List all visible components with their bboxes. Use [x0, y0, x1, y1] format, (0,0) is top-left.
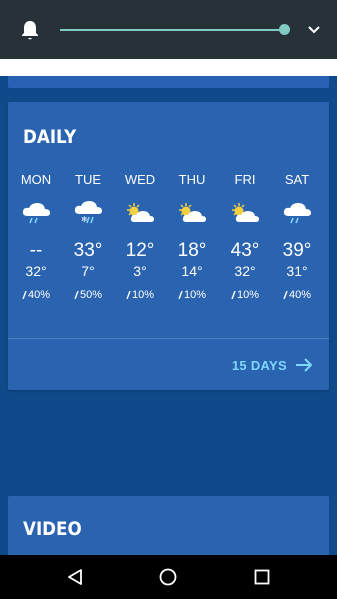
precip-chance: 50% — [62, 288, 114, 302]
day-name: SAT — [284, 172, 310, 187]
low-temp: 32° — [234, 263, 256, 279]
low-temp: 31° — [286, 263, 308, 279]
day-name: THU — [178, 172, 206, 187]
day-name: MON — [20, 172, 52, 187]
precip-chance: 40% — [10, 288, 62, 302]
precip-value: 50% — [79, 289, 103, 301]
high-temp: 39° — [282, 240, 312, 261]
back-icon[interactable] — [66, 568, 84, 586]
day-name: WED — [124, 172, 156, 187]
precip-value: 40% — [27, 289, 51, 301]
app-header-strip — [0, 59, 337, 76]
high-temp: 43° — [230, 240, 260, 261]
day-name: FRI — [234, 172, 256, 187]
high-temp: 12° — [125, 240, 155, 261]
day-column-sat[interactable]: SAT 39° 31° 40% — [271, 172, 323, 302]
brightness-slider-track[interactable] — [60, 29, 285, 31]
day-column-fri[interactable]: FRI 43° 32° 10% — [219, 172, 271, 302]
video-title: VIDEO — [23, 518, 82, 540]
notification-shade — [0, 0, 337, 59]
low-temp: 14° — [181, 263, 203, 279]
fifteen-days-link[interactable]: 15 DAYS — [232, 356, 313, 374]
day-column-tue[interactable]: TUE ❄ 33° 7° 50% — [62, 172, 114, 302]
cloud-snow-rain-icon: ❄ — [72, 200, 104, 226]
high-temp: 18° — [177, 240, 207, 261]
day-column-mon[interactable]: MON -- 32° 40% — [10, 172, 62, 302]
low-temp: 32° — [25, 263, 47, 279]
raindrop-icon — [178, 291, 183, 299]
partly-sunny-icon — [229, 200, 261, 226]
brightness-slider-thumb[interactable] — [279, 24, 290, 35]
raindrop-icon — [231, 291, 236, 299]
card-divider — [8, 338, 329, 339]
precip-chance: 10% — [114, 288, 166, 302]
partly-sunny-icon — [124, 200, 156, 226]
recents-icon[interactable] — [253, 568, 271, 586]
chevron-down-icon[interactable] — [307, 24, 321, 36]
bell-icon[interactable] — [20, 19, 40, 41]
daily-title: DAILY — [23, 126, 77, 148]
high-temp: 33° — [73, 240, 103, 261]
home-icon[interactable] — [159, 568, 177, 586]
day-column-thu[interactable]: THU 18° 14° 10% — [166, 172, 218, 302]
system-navigation-bar — [0, 555, 337, 599]
precip-chance: 10% — [219, 288, 271, 302]
low-temp: 3° — [133, 263, 147, 279]
day-column-wed[interactable]: WED 12° 3° 10% — [114, 172, 166, 302]
precip-value: 10% — [131, 289, 155, 301]
precip-chance: 10% — [166, 288, 218, 302]
high-temp: -- — [29, 240, 43, 261]
cloud-rain-icon — [20, 200, 52, 226]
raindrop-icon — [74, 291, 79, 299]
precip-chance: 40% — [271, 288, 323, 302]
previous-card-bottom — [8, 76, 329, 88]
fifteen-days-label: 15 DAYS — [231, 357, 287, 373]
precip-value: 40% — [288, 289, 312, 301]
cloud-rain-icon — [281, 200, 313, 226]
video-card[interactable]: VIDEO — [8, 496, 329, 556]
day-name: TUE — [75, 172, 101, 187]
precip-value: 10% — [183, 289, 207, 301]
raindrop-icon — [22, 291, 27, 299]
precip-value: 10% — [236, 289, 260, 301]
arrow-right-icon — [296, 358, 313, 372]
daily-forecast-card: DAILY MON -- 32° 40% TUE ❄ 33° 7° 50% WED 12° 3° 10%… — [8, 102, 329, 390]
low-temp: 7° — [81, 263, 95, 279]
raindrop-icon — [283, 291, 288, 299]
raindrop-icon — [126, 291, 131, 299]
partly-sunny-icon — [176, 200, 208, 226]
